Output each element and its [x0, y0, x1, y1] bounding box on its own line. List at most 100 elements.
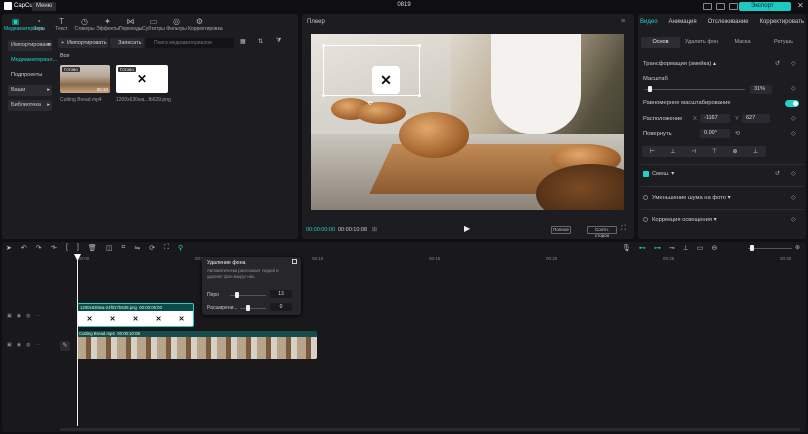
zoom-slider-knob[interactable]	[750, 245, 754, 251]
align-left-icon[interactable]: ⊢	[650, 148, 655, 155]
tab-video[interactable]: Видео	[640, 19, 658, 25]
keyframe-icon[interactable]: ◇	[791, 170, 796, 177]
zoom-in-icon[interactable]: ⊕	[795, 244, 800, 251]
light-correction-checkbox[interactable]	[643, 217, 648, 222]
position-y-field[interactable]: 627	[742, 114, 770, 123]
sidebar-item-library[interactable]: Библиотека ▸	[8, 100, 52, 111]
scale-slider[interactable]	[645, 89, 745, 90]
align-vcenter-icon[interactable]: ⊕	[732, 148, 737, 155]
position-x-field[interactable]: -1167	[700, 114, 730, 123]
filter-icon[interactable]: ⧩	[276, 38, 281, 45]
tab-effects[interactable]: ✦ Эффекты	[96, 16, 119, 36]
overlay-selection-box[interactable]: ✕ ⟳	[322, 44, 421, 107]
tab-animation[interactable]: Анимация	[668, 19, 696, 25]
link-icon[interactable]: ⊸	[669, 244, 675, 252]
info-icon[interactable]: ◇	[791, 216, 796, 223]
tab-transitions[interactable]: ⋈ Переходы	[119, 16, 142, 36]
media-search-input[interactable]: Поиск медиаматериалов	[146, 38, 234, 48]
record-button[interactable]: Записать	[110, 38, 144, 48]
feather-value-field[interactable]: 13	[270, 290, 292, 298]
info-icon[interactable]: ◇	[791, 194, 796, 201]
cover-edit-icon[interactable]: ✎	[60, 341, 70, 351]
quality-button[interactable]: Полное	[551, 226, 571, 234]
play-icon[interactable]: ▶	[464, 224, 470, 233]
track-mute-icon[interactable]: ◍	[26, 313, 30, 319]
redo-icon[interactable]: ↷	[36, 244, 42, 252]
rotate-value-field[interactable]: 0.00°	[700, 129, 730, 138]
sort-icon[interactable]: ⇅	[258, 38, 263, 45]
tab-filters[interactable]: ◎ Фильтры	[165, 16, 188, 36]
scale-value-field[interactable]: 31%	[750, 85, 772, 94]
subtab-remove-bg[interactable]: Удалить фон	[682, 37, 721, 48]
keyframe-icon[interactable]: ◇	[791, 60, 796, 67]
magnet-icon[interactable]: ⊶	[654, 244, 661, 252]
track-lock-icon[interactable]: ▣	[7, 313, 12, 319]
tab-adjust[interactable]: Корректировать	[759, 19, 804, 25]
track-lock-icon[interactable]: ▣	[7, 342, 12, 348]
keyframe-icon[interactable]: ◇	[791, 115, 796, 122]
align-hcenter-icon[interactable]: ⊥	[670, 148, 675, 155]
select-tool-icon[interactable]: ➤	[6, 244, 12, 252]
subtab-retouch[interactable]: Ретушь	[764, 37, 803, 48]
delete-icon[interactable]: 🗑	[88, 244, 97, 252]
playhead[interactable]	[77, 256, 78, 426]
subtab-basic[interactable]: Основ	[641, 37, 680, 48]
rotate-icon[interactable]: ⟳	[149, 244, 155, 252]
tab-subtitles[interactable]: ▭ Субтитры	[142, 16, 165, 36]
transform-section-label[interactable]: Трансформация (змейка) ▴	[643, 61, 716, 67]
subtab-mask[interactable]: Маска	[723, 37, 762, 48]
import-button[interactable]: Импортировать	[58, 38, 108, 48]
view-grid-icon[interactable]: ▦	[240, 38, 246, 45]
scale-slider-knob[interactable]	[648, 86, 652, 92]
preview-axis-icon[interactable]: ⊥	[683, 244, 689, 252]
tab-stickers[interactable]: ◷ Стикеры	[73, 16, 96, 36]
expand-slider[interactable]	[240, 308, 266, 309]
settings-icon[interactable]	[729, 3, 738, 10]
feather-slider-knob[interactable]	[235, 292, 240, 298]
sidebar-item-subprojects[interactable]: Подпроекты	[8, 70, 52, 81]
video-preview[interactable]: ✕ ⟳	[311, 34, 624, 210]
reset-icon[interactable]: ↺	[775, 170, 780, 177]
rotate-icon[interactable]: ⟲	[735, 130, 740, 137]
undo-icon[interactable]: ↶	[21, 244, 27, 252]
sidebar-item-imported[interactable]: Импортировано ▾	[8, 40, 52, 51]
expand-slider-knob[interactable]	[245, 305, 250, 311]
mirror-icon[interactable]: ⇋	[134, 244, 140, 252]
tab-audio[interactable]: ◔ Звук	[27, 16, 50, 36]
media-thumbnail-image[interactable]: Готово ✕	[116, 65, 168, 93]
tab-adjust[interactable]: ⚙ Корректировка	[188, 16, 223, 36]
main-video-clip[interactable]: Cutting Bread.mp4 00:00:10:08	[77, 331, 317, 359]
mic-icon[interactable]: 🎙	[622, 244, 631, 252]
expand-value-field[interactable]: 0	[270, 303, 292, 311]
track-more-icon[interactable]: ⋯	[35, 342, 40, 348]
rotate-handle-icon[interactable]: ⟳	[368, 100, 373, 107]
track-mute-icon[interactable]: ◍	[26, 342, 30, 348]
track-hide-icon[interactable]: ◉	[17, 342, 21, 348]
export-button[interactable]: Экспорт	[739, 2, 791, 11]
uniform-scale-toggle[interactable]	[785, 100, 799, 107]
blend-checkbox[interactable]	[643, 171, 649, 177]
align-bottom-icon[interactable]: ⊥	[753, 148, 758, 155]
resize-handle[interactable]	[418, 44, 421, 47]
layout-icon[interactable]	[703, 3, 712, 10]
split-icon[interactable]: ⟛	[51, 244, 57, 252]
align-top-icon[interactable]: ⊤	[712, 148, 717, 155]
trim-left-icon[interactable]: [	[66, 244, 68, 252]
keyframe-icon[interactable]: ◇	[791, 130, 796, 137]
caption-icon[interactable]: ▭	[697, 244, 704, 252]
zoom-out-icon[interactable]: ⊖	[712, 244, 718, 252]
overlay-clip[interactable]: 1200x630wa-24f027b639.png 00:00:05:00 ✕ ✕…	[77, 303, 194, 327]
sidebar-item-yours[interactable]: Ваши ▸	[8, 85, 52, 96]
resize-handle[interactable]	[322, 94, 325, 97]
sidebar-item-media[interactable]: Медиаматериал...	[8, 55, 57, 66]
media-thumbnail-video[interactable]: Готово 00:10	[60, 65, 110, 93]
reset-icon[interactable]: ↺	[775, 60, 780, 67]
track-hide-icon[interactable]: ◉	[17, 313, 21, 319]
remove-bg-tool-icon[interactable]: ⚲	[178, 244, 183, 252]
shortcut-icon[interactable]	[716, 3, 725, 10]
track-more-icon[interactable]: ⋯	[35, 313, 40, 319]
tab-media[interactable]: ▣ Медиаматериалы	[4, 16, 45, 36]
timeline-scrollbar[interactable]	[60, 428, 800, 431]
fullscreen-icon[interactable]: ⛶	[621, 225, 626, 233]
resize-handle[interactable]	[418, 94, 421, 97]
